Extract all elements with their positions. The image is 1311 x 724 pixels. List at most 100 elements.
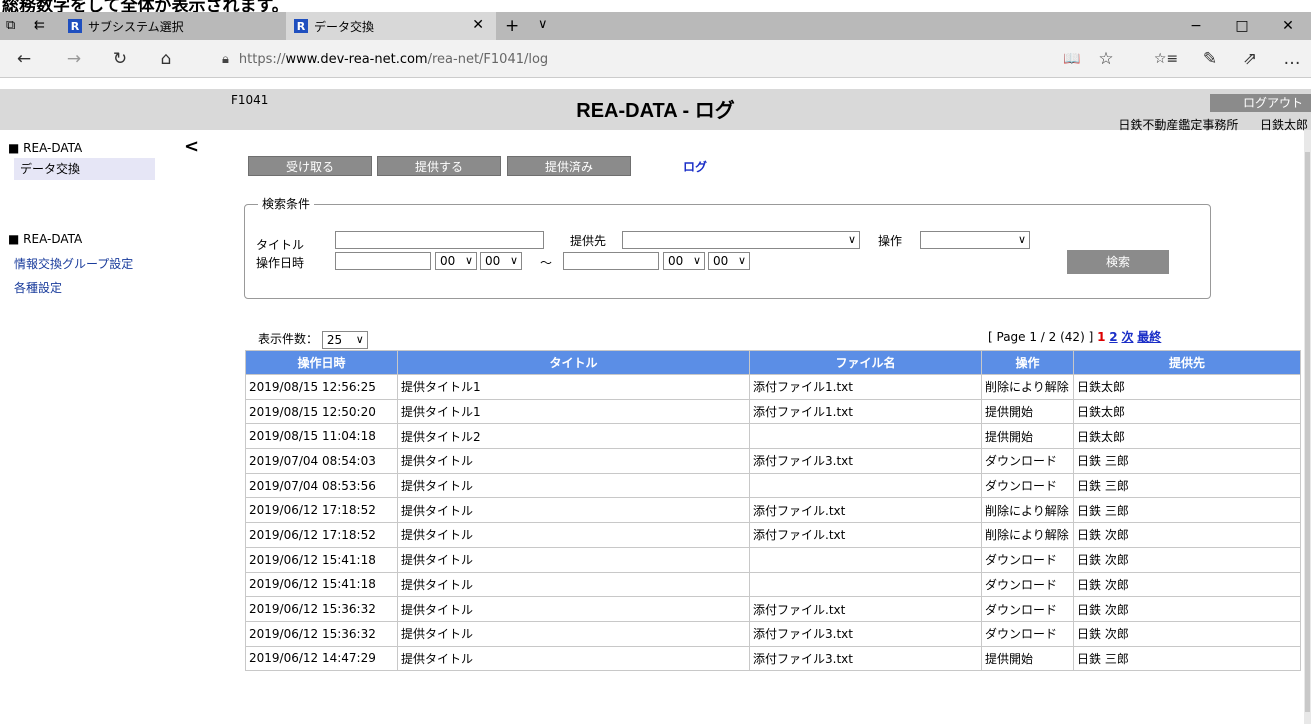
cell-datetime: 2019/07/04 08:53:56	[245, 472, 398, 499]
table-row: 2019/06/12 15:41:18 提供タイトル ダウンロード 日鉄 次郎	[245, 571, 1301, 598]
per-page: 表示件数： 25 ∨	[258, 330, 368, 349]
cell-title: 提供タイトル	[397, 620, 750, 647]
cell-title: 提供タイトル	[397, 571, 750, 598]
per-page-label: 表示件数：	[258, 332, 319, 346]
refresh-button[interactable]: ↻	[100, 40, 140, 78]
sidebar-item-settings[interactable]: 各種設定	[14, 277, 62, 299]
to-hour-value: 00	[668, 254, 684, 268]
tab-provide[interactable]: 提供する	[377, 156, 501, 176]
tab-log[interactable]: ログ	[683, 158, 707, 175]
table-row: 2019/06/12 15:36:32 提供タイトル 添付ファイル3.txt ダウンロ…	[245, 620, 1301, 647]
per-page-select[interactable]: 25 ∨	[321, 330, 368, 349]
cell-title: 提供タイトル	[397, 645, 750, 672]
cell-filename: 添付ファイル.txt	[749, 522, 982, 548]
rea-logo-icon: R	[68, 19, 82, 33]
cell-target: 日鉄 三郎	[1073, 448, 1301, 474]
cell-title: 提供タイトル1	[397, 398, 750, 425]
notes-pen-icon[interactable]: ✎	[1190, 40, 1230, 78]
to-min-select[interactable]: 00 ∨	[708, 252, 750, 270]
tab-provided[interactable]: 提供済み	[507, 156, 631, 176]
operation-select[interactable]: ∨	[920, 231, 1030, 249]
target-label: 提供先	[570, 234, 607, 248]
cell-target: 日鉄太郎	[1073, 423, 1301, 450]
table-row: 2019/08/15 12:50:20 提供タイトル1 添付ファイル1.txt 提供開…	[245, 398, 1301, 425]
caption-text: 総務数字をして全体が表示されます。	[2, 0, 289, 12]
cell-datetime: 2019/08/15 12:50:20	[245, 398, 398, 425]
tab-list-button[interactable]: ∨	[538, 17, 548, 32]
chevron-down-icon: ∨	[464, 254, 473, 267]
col-header-operation[interactable]: 操作	[981, 350, 1074, 375]
sidebar-section-title: ■ REA-DATA	[8, 141, 83, 155]
share-icon[interactable]: ⇗	[1230, 40, 1270, 78]
cell-title: 提供タイトル	[397, 546, 750, 573]
log-table: 操作日時 タイトル ファイル名 操作 提供先 2019/08/15 12:56:…	[245, 350, 1301, 672]
from-min-value: 00	[485, 254, 501, 268]
cell-operation: ダウンロード	[981, 546, 1074, 573]
target-select[interactable]: ∨	[622, 231, 860, 249]
tab-receive[interactable]: 受け取る	[248, 156, 372, 176]
search-button[interactable]: 検索	[1067, 250, 1169, 274]
cell-target: 日鉄 三郎	[1073, 645, 1301, 672]
close-tab-icon[interactable]: ✕	[472, 17, 484, 33]
cell-datetime: 2019/06/12 15:36:32	[245, 596, 398, 622]
cell-operation: ダウンロード	[981, 620, 1074, 647]
sidebar-item-data-exchange[interactable]: データ交換	[14, 158, 155, 180]
office-name: 日鉄不動産鑑定事務所	[1118, 118, 1239, 132]
cell-filename: 添付ファイル3.txt	[749, 448, 982, 474]
cell-title: 提供タイトル	[397, 472, 750, 499]
tab-subsystem[interactable]: R サブシステム選択	[60, 12, 220, 40]
cell-operation: 削除により解除	[981, 522, 1074, 548]
favorites-hub-icon[interactable]: ☆≡	[1146, 40, 1186, 78]
datetime-label: 操作日時	[256, 256, 305, 270]
from-hour-select[interactable]: 00 ∨	[435, 252, 477, 270]
tab-data-exchange[interactable]: R データ交換 ✕	[286, 12, 496, 40]
from-min-select[interactable]: 00 ∨	[480, 252, 522, 270]
cell-target: 日鉄太郎	[1073, 398, 1301, 425]
table-row: 2019/08/15 12:56:25 提供タイトル1 添付ファイル1.txt 削除に…	[245, 374, 1301, 400]
cell-filename	[749, 546, 982, 573]
cell-target: 日鉄 三郎	[1073, 472, 1301, 499]
chevron-down-icon: ∨	[692, 254, 701, 267]
col-header-title[interactable]: タイトル	[397, 350, 750, 375]
col-header-target[interactable]: 提供先	[1073, 350, 1301, 375]
pager-last[interactable]: 最終	[1137, 330, 1161, 344]
table-row: 2019/06/12 15:36:32 提供タイトル 添付ファイル.txt ダウンロー…	[245, 596, 1301, 622]
home-button[interactable]: ⌂	[146, 40, 186, 78]
tab-label: データ交換	[314, 19, 375, 34]
minimize-button[interactable]: −	[1173, 12, 1219, 40]
pager-next[interactable]: 次	[1121, 330, 1133, 344]
title-input[interactable]	[335, 231, 544, 249]
tab-back-icon[interactable]: ⇇	[34, 18, 45, 33]
new-tab-button[interactable]: +	[505, 16, 519, 36]
chevron-down-icon: ∨	[847, 233, 856, 246]
logout-button[interactable]: ログアウト	[1210, 94, 1311, 112]
cell-operation: 提供開始	[981, 398, 1074, 425]
more-icon[interactable]: …	[1272, 40, 1311, 78]
from-date-input[interactable]	[335, 252, 431, 270]
cell-title: 提供タイトル	[397, 596, 750, 622]
sidebar-item-group-settings[interactable]: 情報交換グループ設定	[14, 253, 133, 275]
close-window-button[interactable]: ✕	[1265, 12, 1311, 40]
back-button[interactable]: ←	[4, 40, 44, 78]
cell-filename: 添付ファイル.txt	[749, 596, 982, 622]
to-date-input[interactable]	[563, 252, 659, 270]
maximize-button[interactable]: □	[1219, 12, 1265, 40]
operation-label: 操作	[878, 234, 903, 248]
forward-button[interactable]: →	[54, 40, 94, 78]
cell-target: 日鉄 次郎	[1073, 596, 1301, 622]
pager: [ Page 1 / 2 (42) ] 1 2 次 最終	[988, 328, 1161, 345]
chevron-down-icon: ∨	[737, 254, 746, 267]
to-hour-select[interactable]: 00 ∨	[663, 252, 705, 270]
col-header-datetime[interactable]: 操作日時	[245, 350, 398, 375]
cell-filename: 添付ファイル1.txt	[749, 374, 982, 400]
tab-actions-icon[interactable]: ⧉	[6, 18, 15, 33]
favorite-icon[interactable]: ☆	[1086, 40, 1126, 78]
scrollbar-thumb[interactable]	[1305, 152, 1310, 712]
cell-operation: 削除により解除	[981, 497, 1074, 524]
from-hour-value: 00	[440, 254, 456, 268]
title-label: タイトル	[256, 238, 305, 252]
url-field[interactable]: 🔒︎ https://www.dev-rea-net.com/rea-net/F…	[222, 46, 1052, 72]
collapse-sidebar-button[interactable]: <	[184, 136, 199, 157]
pager-page-2[interactable]: 2	[1109, 330, 1117, 344]
col-header-filename[interactable]: ファイル名	[749, 350, 982, 375]
